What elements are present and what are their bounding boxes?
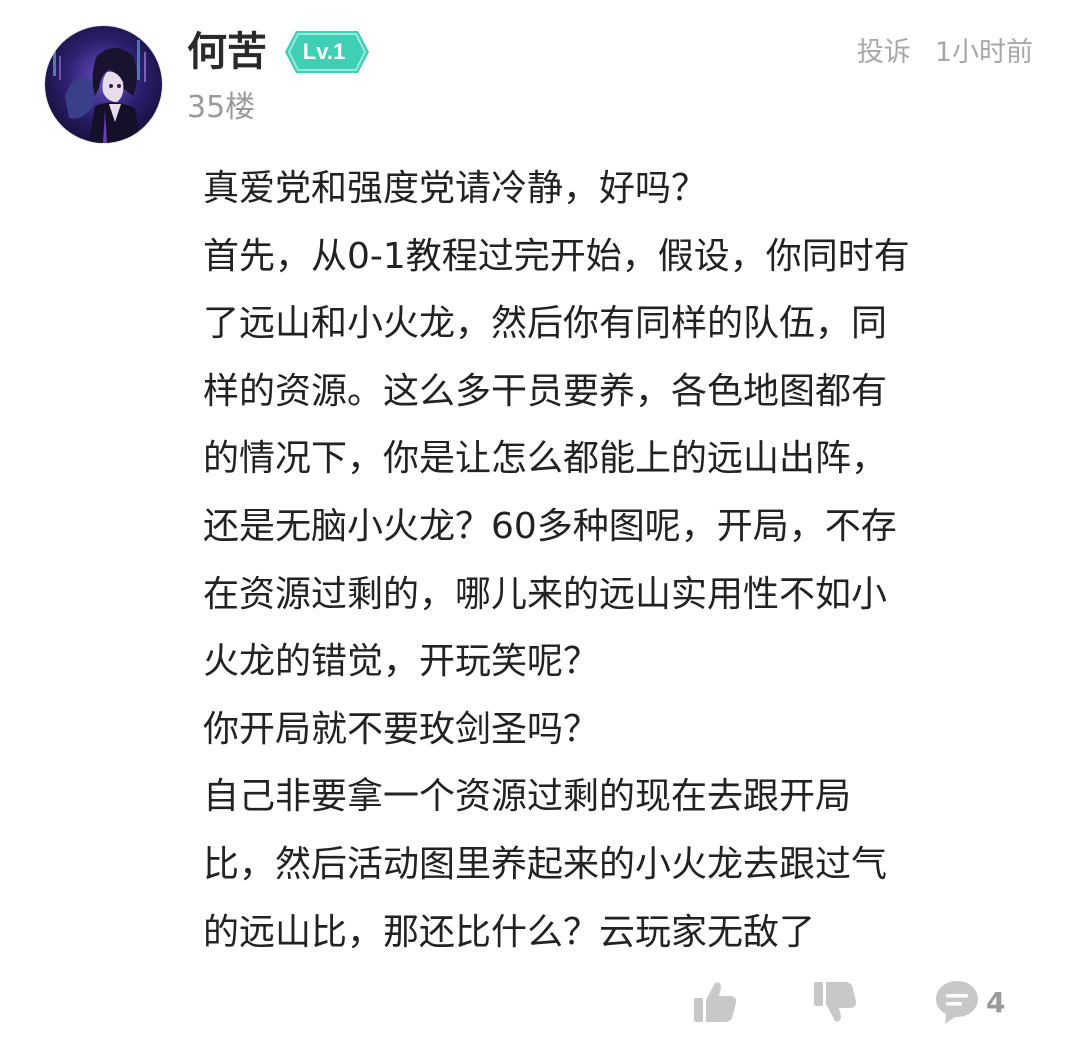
thumbs-up-icon [694,982,737,1022]
comment-count: 4 [986,986,1006,1019]
body-line: 真爱党和强度党请冷静，好吗？ [203,168,708,209]
body-line: 样的资源。这么多干员要养，各色地图都有 [203,370,888,412]
like-button[interactable] [691,978,739,1030]
body-line: 首先，从0-1教程过完开始，假设，你同时有 [203,235,910,277]
body-line: 自己非要拿一个资源过剩的现在去跟开局 [203,776,852,818]
level-badge: Lv.1 [284,30,370,74]
level-label: Lv.1 [302,39,346,64]
body-line: 比，然后活动图里养起来的小火龙去跟过气 [203,843,888,885]
comment-button[interactable] [933,978,981,1030]
thumbs-down-icon [814,982,857,1022]
dislike-button[interactable] [811,978,859,1030]
user-avatar[interactable] [45,26,162,143]
body-line: 在资源过剩的，哪儿来的远山实用性不如小 [203,573,888,615]
comment-bubble-icon [936,981,978,1024]
body-line: 了远山和小火龙，然后你有同样的队伍，同 [203,303,888,345]
comment-body: 真爱党和强度党请冷静，好吗？ 首先，从0-1教程过完开始，假设，你同时有 了远山… [203,155,1033,966]
username[interactable]: 何苦 [187,28,267,76]
report-button[interactable]: 投诉 [857,37,911,68]
avatar-image [45,26,162,143]
floor-number: 35楼 [187,90,256,125]
body-line: 还是无脑小火龙？60多种图呢，开局，不存 [203,505,897,547]
body-line: 的情况下，你是让怎么都能上的远山出阵， [203,438,888,480]
body-line: 火龙的错觉，开玩笑呢？ [203,641,600,683]
body-line: 你开局就不要玫剑圣吗？ [203,708,600,750]
post-time: 1小时前 [934,37,1033,68]
top-actions: 投诉 1小时前 [857,34,1033,72]
body-line: 的远山比，那还比什么？云玩家无敌了 [203,911,816,953]
